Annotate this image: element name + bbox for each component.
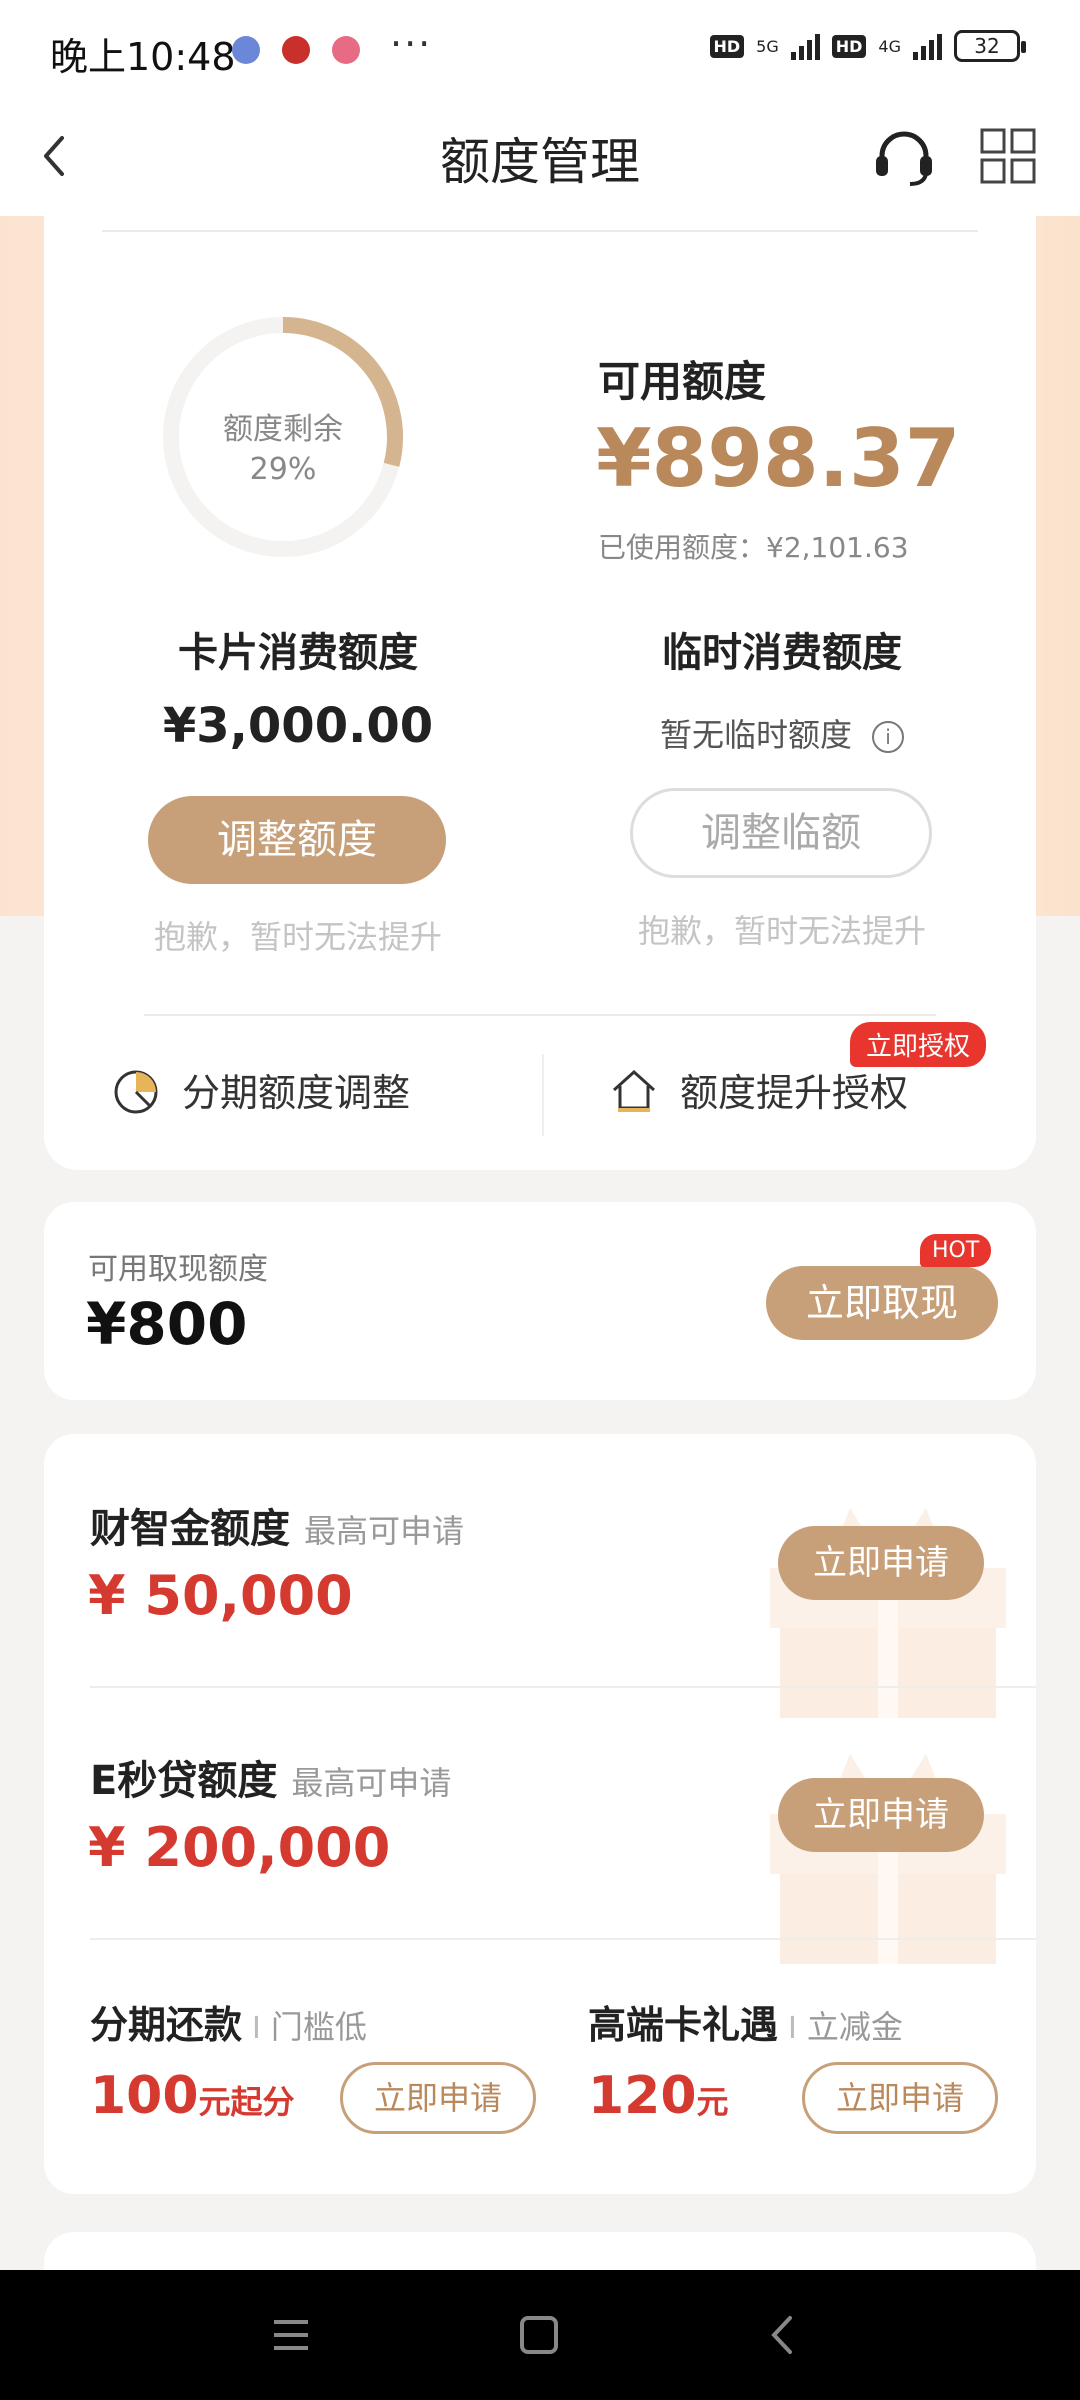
card-limit-amount: ¥3,000.00 [162, 698, 434, 754]
apply-now-button[interactable]: 立即申请 [778, 1526, 984, 1600]
loan-name: 财智金额度 [90, 1506, 290, 1552]
divider [90, 1686, 1036, 1688]
divider [90, 1938, 1036, 1940]
ring-label: 额度剩余 [223, 412, 343, 447]
battery-level: 32 [974, 34, 1000, 58]
hd-badge: HD [709, 34, 745, 58]
notification-icon [282, 36, 310, 64]
card-limit-hint: 抱歉，暂时无法提升 [153, 918, 442, 956]
back-icon[interactable] [758, 2310, 808, 2360]
cash-limit-value: ¥800 [86, 1290, 248, 1358]
offer-separator: I [788, 2011, 797, 2046]
home-icon[interactable] [514, 2310, 564, 2360]
offer-amount-value: 100 [90, 2066, 199, 2126]
grid-icon[interactable] [980, 128, 1036, 184]
offer-title: 高端卡礼遇 I 立减金 [588, 1994, 903, 2049]
app-header: 额度管理 [0, 100, 1080, 216]
battery-icon: 32 [954, 30, 1026, 62]
divider [542, 1054, 544, 1136]
loan-amount: ¥ 200,000 [88, 1816, 391, 1879]
apply-now-button[interactable]: 立即申请 [778, 1778, 984, 1852]
status-bar: 晚上10:48 ··· HD 5G HD 4G 32 [0, 0, 1080, 100]
offer-name: 分期还款 [90, 2003, 243, 2047]
status-indicators: HD 5G HD 4G 32 [709, 30, 1026, 62]
cash-withdrawal-card: 可用取现额度 ¥800 立即取现 HOT [44, 1202, 1036, 1400]
loan-title: E秒贷额度 最高可申请 [90, 1748, 451, 1806]
cash-limit-label: 可用取现额度 [88, 1252, 268, 1287]
ring-percent: 29% [249, 452, 317, 487]
offer-amount: 120元 [588, 2066, 729, 2126]
menu-icon[interactable] [266, 2310, 316, 2360]
offer-name: 高端卡礼遇 [588, 2003, 779, 2047]
offer-subtitle: 立减金 [806, 2008, 903, 2046]
network-type: 4G [878, 36, 901, 56]
installment-limit-adjust-label: 分期额度调整 [182, 1071, 411, 1115]
loan-name: E秒贷额度 [90, 1758, 278, 1804]
signal-icon [790, 32, 820, 60]
offer-separator: I [252, 2011, 261, 2046]
more-notifications-icon: ··· [390, 22, 433, 66]
system-navigation-bar [0, 2270, 1080, 2400]
loan-subtitle: 最高可申请 [291, 1764, 452, 1802]
used-credit-text: 已使用额度：¥2,101.63 [598, 531, 909, 564]
signal-icon [913, 32, 942, 60]
installment-limit-adjust-link[interactable]: 分期额度调整 [110, 1062, 410, 1117]
loan-title: 财智金额度 最高可申请 [90, 1496, 464, 1554]
notification-icon [232, 36, 260, 64]
status-time: 晚上10:48 [50, 35, 236, 79]
credit-overview-card: 额度剩余 29% 可用额度 ¥898.37 已使用额度：¥2,101.63 卡片… [44, 216, 1036, 1170]
available-credit-label: 可用额度 [598, 357, 767, 406]
network-type: 5G [756, 36, 779, 56]
hd-badge: HD [831, 34, 867, 58]
offer-amount-unit: 元起分 [198, 2083, 295, 2121]
offer-amount-unit: 元 [696, 2083, 729, 2121]
headset-icon[interactable] [872, 126, 936, 190]
offer-amount-value: 120 [588, 2066, 697, 2126]
authorize-now-badge: 立即授权 [850, 1022, 987, 1067]
offer-title: 分期还款 I 门槛低 [90, 1994, 367, 2049]
offer-amount: 100元起分 [90, 2066, 295, 2126]
temp-limit-note-text: 暂无临时额度 [659, 716, 852, 754]
offer-subtitle: 门槛低 [270, 2008, 367, 2046]
house-icon [612, 1069, 656, 1112]
available-credit-value: ¥898.37 [596, 412, 961, 505]
loan-offers-card: 财智金额度 最高可申请 ¥ 50,000 立即申请 E秒贷额度 最高可申请 ¥ 20… [44, 1434, 1036, 2194]
adjust-temp-limit-button[interactable]: 调整临额 [630, 788, 932, 878]
info-icon[interactable]: i [872, 721, 904, 753]
divider [102, 230, 978, 232]
divider [144, 1014, 936, 1016]
credit-raise-authorization-link[interactable]: 额度提升授权 [608, 1062, 908, 1117]
hot-badge: HOT [920, 1234, 992, 1267]
loan-amount: ¥ 50,000 [88, 1564, 353, 1627]
temp-limit-hint: 抱歉，暂时无法提升 [637, 912, 926, 950]
credit-raise-authorization-label: 额度提升授权 [680, 1071, 909, 1115]
temp-limit-title: 临时消费额度 [662, 630, 902, 676]
adjust-limit-button[interactable]: 调整额度 [148, 796, 446, 884]
apply-now-button[interactable]: 立即申请 [340, 2062, 536, 2134]
notification-icon [332, 36, 360, 64]
pie-chart-icon [114, 1070, 158, 1113]
apply-now-button[interactable]: 立即申请 [802, 2062, 998, 2134]
temp-limit-note: 暂无临时额度 i [582, 710, 982, 756]
gift-icon [770, 1508, 1006, 1718]
loan-subtitle: 最高可申请 [304, 1512, 465, 1550]
card-limit-title: 卡片消费额度 [178, 630, 418, 676]
withdraw-now-button[interactable]: 立即取现 [766, 1266, 998, 1340]
